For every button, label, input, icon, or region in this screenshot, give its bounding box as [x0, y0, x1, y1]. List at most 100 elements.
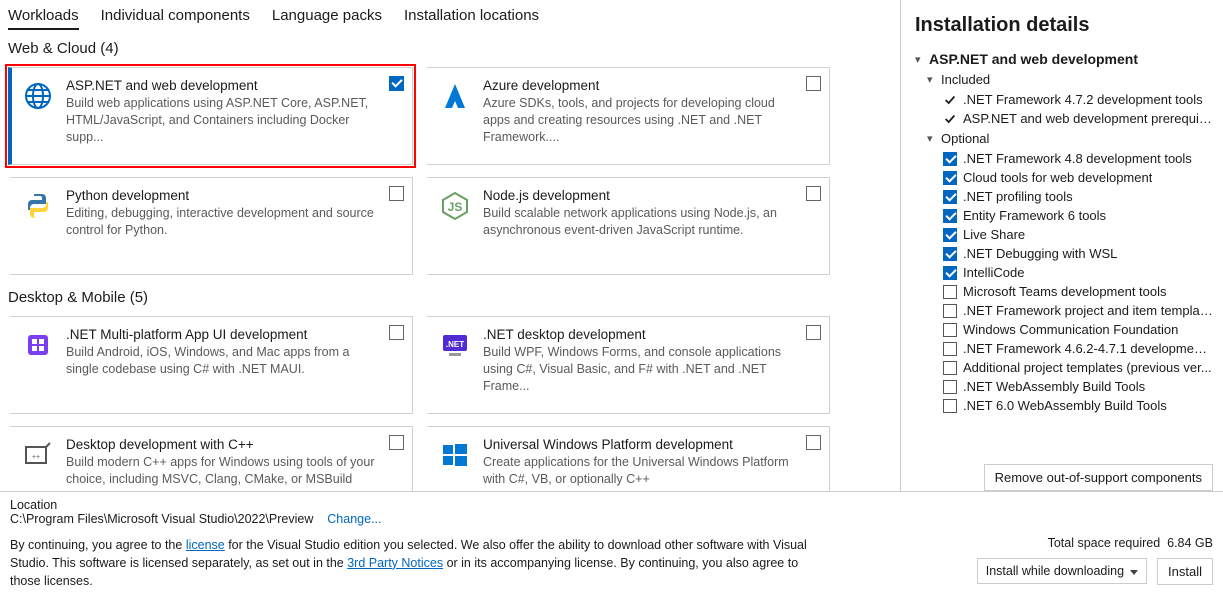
cpp-icon: ++ — [20, 437, 56, 473]
detail-item-row: ASP.NET and web development prerequisi..… — [915, 109, 1213, 128]
workload-card-checkbox[interactable] — [389, 186, 404, 201]
detail-item-checkbox[interactable] — [943, 228, 957, 242]
workload-card-desc: Build WPF, Windows Forms, and console ap… — [483, 344, 795, 395]
detail-item-label: Microsoft Teams development tools — [963, 284, 1167, 299]
detail-item-checkbox[interactable] — [943, 304, 957, 318]
detail-item-checkbox[interactable] — [943, 342, 957, 356]
workload-card-checkbox[interactable] — [389, 325, 404, 340]
workload-card-checkbox[interactable] — [389, 76, 404, 91]
workload-card-desc: Build Android, iOS, Windows, and Mac app… — [66, 344, 378, 378]
detail-item-checkbox[interactable] — [943, 171, 957, 185]
detail-item-row[interactable]: .NET 6.0 WebAssembly Build Tools — [915, 396, 1213, 415]
workload-card[interactable]: Azure development Azure SDKs, tools, and … — [425, 67, 830, 165]
detail-item-row[interactable]: .NET Framework 4.8 development tools — [915, 149, 1213, 168]
workload-card-title: Azure development — [483, 78, 795, 93]
workload-card-checkbox[interactable] — [806, 325, 821, 340]
license-link[interactable]: license — [186, 538, 225, 552]
maui-icon — [20, 327, 56, 363]
space-required: Total space required 6.84 GB — [1048, 536, 1213, 550]
detail-item-row[interactable]: Windows Communication Foundation — [915, 320, 1213, 339]
detail-item-row[interactable]: Microsoft Teams development tools — [915, 282, 1213, 301]
section-title: Desktop & Mobile (5) — [8, 289, 892, 306]
workload-card-title: Node.js development — [483, 188, 795, 203]
location-label: Location — [10, 498, 382, 512]
install-button[interactable]: Install — [1157, 558, 1213, 585]
detail-item-checkbox[interactable] — [943, 209, 957, 223]
detail-item-checkbox[interactable] — [943, 323, 957, 337]
tab-individual-components[interactable]: Individual components — [101, 5, 250, 30]
azure-icon — [437, 78, 473, 114]
bottom-bar: Location C:\Program Files\Microsoft Visu… — [0, 491, 1223, 594]
install-mode-dropdown[interactable]: Install while downloading — [977, 558, 1147, 584]
detail-item-checkbox[interactable] — [943, 361, 957, 375]
detail-item-checkbox[interactable] — [943, 247, 957, 261]
workload-card-checkbox[interactable] — [806, 435, 821, 450]
detail-item-row[interactable]: .NET Debugging with WSL — [915, 244, 1213, 263]
detail-item-label: .NET Debugging with WSL — [963, 246, 1117, 261]
node-icon: JS — [437, 188, 473, 224]
detail-item-checkbox[interactable] — [943, 190, 957, 204]
workload-card[interactable]: ASP.NET and web development Build web app… — [8, 67, 413, 165]
workload-card-title: .NET Multi-platform App UI development — [66, 327, 378, 342]
section-title: Web & Cloud (4) — [8, 40, 892, 57]
workload-card-title: ASP.NET and web development — [66, 78, 378, 93]
tab-installation-locations[interactable]: Installation locations — [404, 5, 539, 30]
dotnet-icon: .NET — [437, 327, 473, 363]
detail-item-label: Windows Communication Foundation — [963, 322, 1178, 337]
workload-card[interactable]: JS Node.js development Build scalable netw… — [425, 177, 830, 275]
tabs-bar: Workloads Individual components Language p… — [0, 0, 900, 30]
detail-item-row[interactable]: Additional project templates (previous v… — [915, 358, 1213, 377]
tab-workloads[interactable]: Workloads — [8, 5, 79, 30]
detail-item-row[interactable]: Cloud tools for web development — [915, 168, 1213, 187]
detail-item-label: Additional project templates (previous v… — [963, 360, 1212, 375]
detail-item-label: .NET WebAssembly Build Tools — [963, 379, 1145, 394]
checkmark-icon — [943, 112, 957, 126]
detail-item-checkbox[interactable] — [943, 399, 957, 413]
detail-item-label: Cloud tools for web development — [963, 170, 1152, 185]
remove-out-of-support-button[interactable]: Remove out-of-support components — [984, 464, 1213, 491]
change-location-link[interactable]: Change... — [327, 512, 381, 526]
workload-card-checkbox[interactable] — [806, 186, 821, 201]
workloads-scroll[interactable]: Web & Cloud (4) ASP.NET and web developme… — [0, 30, 900, 491]
python-icon — [20, 188, 56, 224]
detail-group-header[interactable]: ▾Included — [915, 69, 1213, 90]
workload-card[interactable]: Python developmentEditing, debugging, in… — [8, 177, 413, 275]
workload-card[interactable]: ++Desktop development with C++Build mode… — [8, 426, 413, 491]
legal-text: By continuing, you agree to the license … — [10, 536, 810, 590]
detail-item-row[interactable]: .NET WebAssembly Build Tools — [915, 377, 1213, 396]
detail-item-row[interactable]: .NET Framework 4.6.2-4.7.1 development t… — [915, 339, 1213, 358]
workload-card-checkbox[interactable] — [806, 76, 821, 91]
detail-item-checkbox[interactable] — [943, 380, 957, 394]
detail-item-row[interactable]: Live Share — [915, 225, 1213, 244]
detail-item-row[interactable]: .NET Framework project and item template… — [915, 301, 1213, 320]
detail-item-checkbox[interactable] — [943, 285, 957, 299]
detail-group-header[interactable]: ▾Optional — [915, 128, 1213, 149]
workload-card-checkbox[interactable] — [389, 435, 404, 450]
workload-card-desc: Azure SDKs, tools, and projects for deve… — [483, 95, 795, 146]
detail-workload-header[interactable]: ▾ASP.NET and web development — [915, 49, 1213, 69]
detail-item-label: .NET profiling tools — [963, 189, 1073, 204]
detail-item-row[interactable]: Entity Framework 6 tools — [915, 206, 1213, 225]
workload-card[interactable]: Universal Windows Platform developmentCr… — [425, 426, 830, 491]
chevron-down-icon: ▾ — [927, 132, 937, 145]
installation-details-title: Installation details — [915, 14, 1213, 37]
detail-item-checkbox[interactable] — [943, 152, 957, 166]
uwp-icon — [437, 437, 473, 473]
workload-card-desc: Build web applications using ASP.NET Cor… — [66, 95, 378, 146]
detail-item-label: Live Share — [963, 227, 1025, 242]
detail-item-row[interactable]: .NET profiling tools — [915, 187, 1213, 206]
workload-card-desc: Build scalable network applications usin… — [483, 205, 795, 239]
svg-text:JS: JS — [448, 200, 463, 214]
workload-card-title: .NET desktop development — [483, 327, 795, 342]
detail-item-label: IntelliCode — [963, 265, 1024, 280]
detail-item-checkbox[interactable] — [943, 266, 957, 280]
details-tree[interactable]: ▾ASP.NET and web development▾Included .NE… — [915, 49, 1213, 456]
detail-item-label: .NET 6.0 WebAssembly Build Tools — [963, 398, 1167, 413]
detail-item-row[interactable]: IntelliCode — [915, 263, 1213, 282]
third-party-notices-link[interactable]: 3rd Party Notices — [347, 556, 443, 570]
tab-language-packs[interactable]: Language packs — [272, 5, 382, 30]
workload-card-desc: Editing, debugging, interactive developm… — [66, 205, 378, 239]
workload-card[interactable]: .NET .NET desktop development Build WPF, W… — [425, 316, 830, 414]
chevron-down-icon — [1130, 564, 1138, 578]
workload-card[interactable]: .NET Multi-platform App UI development Bu… — [8, 316, 413, 414]
